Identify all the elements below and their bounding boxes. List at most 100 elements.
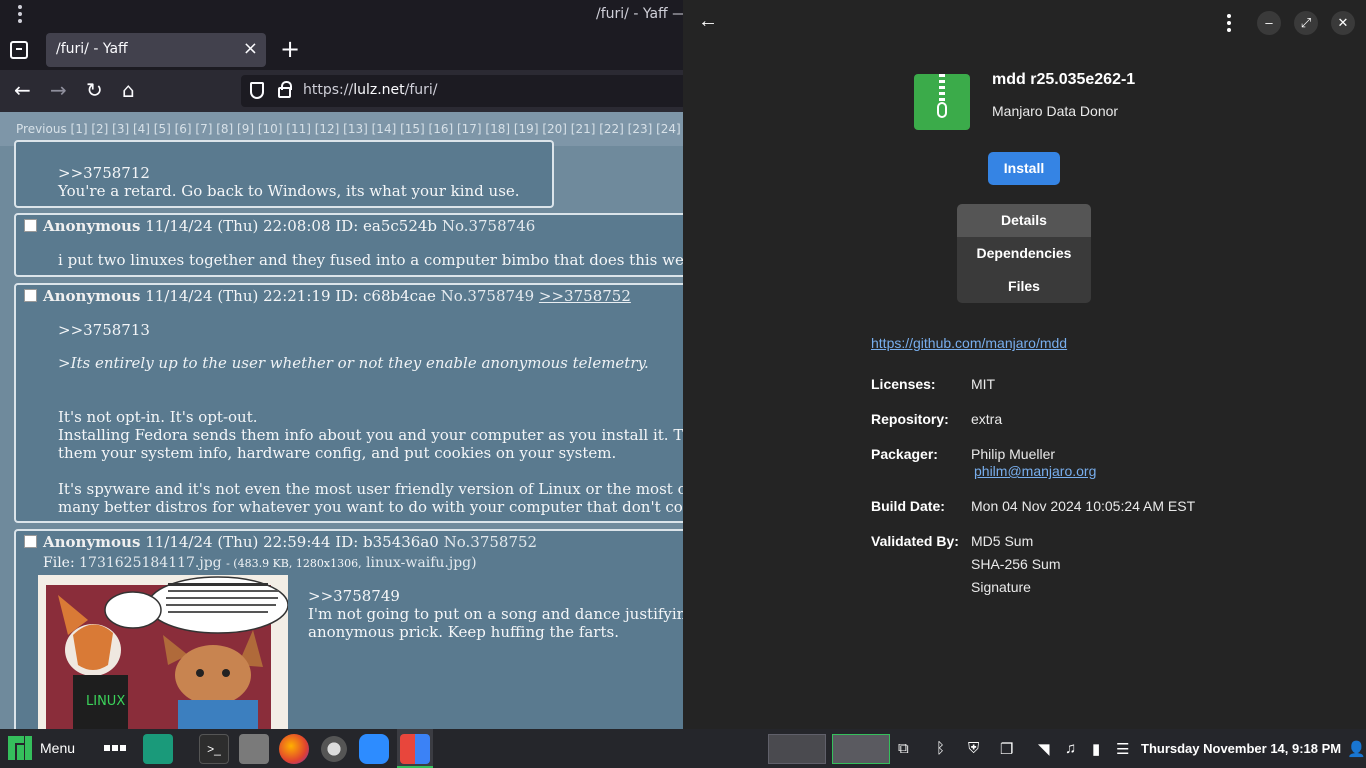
project-url-link[interactable]: https://github.com/manjaro/mdd: [871, 335, 1067, 351]
build-date-value: Mon 04 Nov 2024 10:05:24 AM EST: [971, 498, 1196, 514]
post-checkbox[interactable]: [24, 219, 37, 232]
package-name: mdd r25.035e262-1: [992, 71, 1136, 88]
workspace-2[interactable]: [832, 734, 890, 764]
url-bar[interactable]: https://lulz.net/furi/: [241, 75, 683, 107]
browser-titlebar: /furi/ - Yaff —: [0, 0, 683, 30]
post-quote-link[interactable]: >>3758749: [308, 587, 400, 605]
post-checkbox[interactable]: [24, 535, 37, 548]
poster-name: Anonymous: [43, 287, 141, 305]
app-menu-icon[interactable]: [1226, 14, 1232, 35]
post-3758746-parent: >>3758712 You're a retard. Go back to Wi…: [14, 140, 554, 208]
post-quote-link[interactable]: >>3758712: [58, 164, 150, 182]
post-3758752: Anonymous 11/14/24 (Thu) 22:59:44 ID: b3…: [14, 529, 683, 729]
reload-icon[interactable]: ↻: [86, 79, 103, 101]
bluetooth-icon[interactable]: ᛒ: [936, 740, 945, 757]
tab-files[interactable]: Files: [957, 270, 1091, 303]
poster-name: Anonymous: [43, 217, 141, 235]
tab-furi[interactable]: /furi/ - Yaff ×: [46, 33, 266, 67]
battery-icon[interactable]: ▮: [1092, 740, 1100, 758]
close-window-icon[interactable]: ✕: [1331, 11, 1355, 35]
menu-label: Menu: [40, 740, 76, 756]
software-center-icon[interactable]: [400, 734, 430, 764]
new-tab-icon[interactable]: +: [280, 35, 300, 63]
minimize-icon[interactable]: –: [1257, 11, 1281, 35]
file-meta: - (483.9 KB, 1280x1306,: [226, 557, 362, 570]
backlink[interactable]: >>3758752: [539, 287, 631, 305]
settings-icon[interactable]: [319, 734, 349, 764]
tab-overview-icon[interactable]: [10, 41, 28, 59]
file-original-name[interactable]: linux-waifu.jpg): [366, 555, 477, 571]
post-quote-link[interactable]: >>3758713: [58, 321, 150, 339]
tracking-protection-icon[interactable]: [250, 82, 264, 99]
post-number[interactable]: No.3758749: [441, 287, 534, 305]
forward-icon[interactable]: →: [50, 79, 67, 101]
manjaro-logo-icon: [8, 736, 32, 760]
back-arrow-icon[interactable]: ←: [698, 10, 718, 33]
package-archive-icon: [914, 74, 970, 130]
music-icon[interactable]: ♫: [1065, 740, 1076, 757]
post-image-thumbnail[interactable]: LINUX: [38, 575, 288, 729]
post-text-line: I'm not going to put on a song and dance…: [308, 605, 683, 623]
post-3758746: Anonymous 11/14/24 (Thu) 22:08:08 ID: ea…: [14, 213, 683, 277]
licenses-label: Licenses:: [871, 376, 936, 392]
window-switcher-icon[interactable]: ⧉: [898, 740, 909, 757]
browser-menu-icon[interactable]: [13, 5, 27, 25]
validation-md5: MD5 Sum: [971, 533, 1034, 549]
package-manager-window: ← – ⤢ ✕ mdd r25.035e262-1 Manjaro Data D…: [683, 0, 1366, 729]
close-tab-icon[interactable]: ×: [243, 38, 258, 59]
svg-text:LINUX: LINUX: [86, 694, 125, 709]
post-text-line: many better distros for whatever you wan…: [58, 498, 683, 516]
zoom-icon[interactable]: [359, 734, 389, 764]
build-date-label: Build Date:: [871, 498, 945, 514]
post-3758749: Anonymous 11/14/24 (Thu) 22:21:19 ID: c6…: [14, 283, 683, 523]
tab-bar: /furi/ - Yaff × +: [0, 30, 683, 70]
maximize-icon[interactable]: ⤢: [1294, 11, 1318, 35]
post-header: Anonymous 11/14/24 (Thu) 22:59:44 ID: b3…: [24, 533, 537, 551]
workspace-1[interactable]: [768, 734, 826, 764]
validation-sha256: SHA-256 Sum: [971, 556, 1061, 572]
post-header: Anonymous 11/14/24 (Thu) 22:08:08 ID: ea…: [24, 217, 535, 235]
user-icon[interactable]: 👤: [1347, 740, 1366, 758]
url-text[interactable]: https://lulz.net/furi/: [303, 82, 438, 98]
file-manager-icon[interactable]: [239, 734, 269, 764]
post-text: i put two linuxes together and they fuse…: [58, 251, 683, 269]
board-page: Previous [1] [2] [3] [4] [5] [6] [7] [8]…: [0, 112, 683, 729]
home-icon[interactable]: ⌂: [122, 79, 135, 101]
tab-label: /furi/ - Yaff: [56, 41, 128, 57]
repository-label: Repository:: [871, 411, 949, 427]
window-title: /furi/ - Yaff —: [596, 6, 683, 22]
post-datetime: 11/14/24 (Thu) 22:08:08 ID: ea5c524b: [145, 217, 438, 235]
notifications-icon[interactable]: ☰: [1116, 740, 1129, 758]
install-button[interactable]: Install: [988, 152, 1060, 185]
firefox-icon[interactable]: [279, 734, 309, 764]
lock-icon[interactable]: [278, 81, 292, 98]
wifi-icon[interactable]: ◥: [1038, 740, 1050, 758]
pager-links[interactable]: Previous [1] [2] [3] [4] [5] [6] [7] [8]…: [16, 122, 683, 136]
post-number[interactable]: No.3758746: [442, 217, 535, 235]
back-icon[interactable]: ←: [14, 79, 31, 101]
post-text-line: It's not opt-in. It's opt-out.: [58, 408, 258, 426]
licenses-value: MIT: [971, 376, 996, 392]
file-link[interactable]: 1731625184117.jpg: [79, 555, 222, 571]
post-text-line: It's spyware and it's not even the most …: [58, 480, 683, 498]
clock[interactable]: Thursday November 14, 9:18 PM: [1141, 741, 1341, 756]
manjaro-app-icon[interactable]: [143, 734, 173, 764]
terminal-icon[interactable]: >_: [199, 734, 229, 764]
post-text-line: anonymous prick. Keep huffing the farts.: [308, 623, 619, 641]
post-datetime: 11/14/24 (Thu) 22:59:44 ID: b35436a0: [145, 533, 439, 551]
tab-details[interactable]: Details: [957, 204, 1091, 237]
browser-window: /furi/ - Yaff — /furi/ - Yaff × + ← → ↻ …: [0, 0, 683, 729]
tab-dependencies[interactable]: Dependencies: [957, 237, 1091, 270]
start-menu-button[interactable]: Menu: [0, 729, 86, 768]
show-apps-icon[interactable]: [100, 729, 130, 768]
post-datetime: 11/14/24 (Thu) 22:21:19 ID: c68b4cae: [145, 287, 436, 305]
packager-email-link[interactable]: philm@manjaro.org: [974, 463, 1096, 479]
post-number[interactable]: No.3758752: [444, 533, 537, 551]
post-header: Anonymous 11/14/24 (Thu) 22:21:19 ID: c6…: [24, 287, 631, 305]
security-shield-icon[interactable]: ⛨: [968, 740, 979, 757]
post-checkbox[interactable]: [24, 289, 37, 302]
packager-label: Packager:: [871, 446, 938, 462]
validated-by-label: Validated By:: [871, 533, 959, 549]
post-text-line: Installing Fedora sends them info about …: [58, 426, 683, 444]
clipboard-icon[interactable]: ❐: [1000, 740, 1013, 758]
